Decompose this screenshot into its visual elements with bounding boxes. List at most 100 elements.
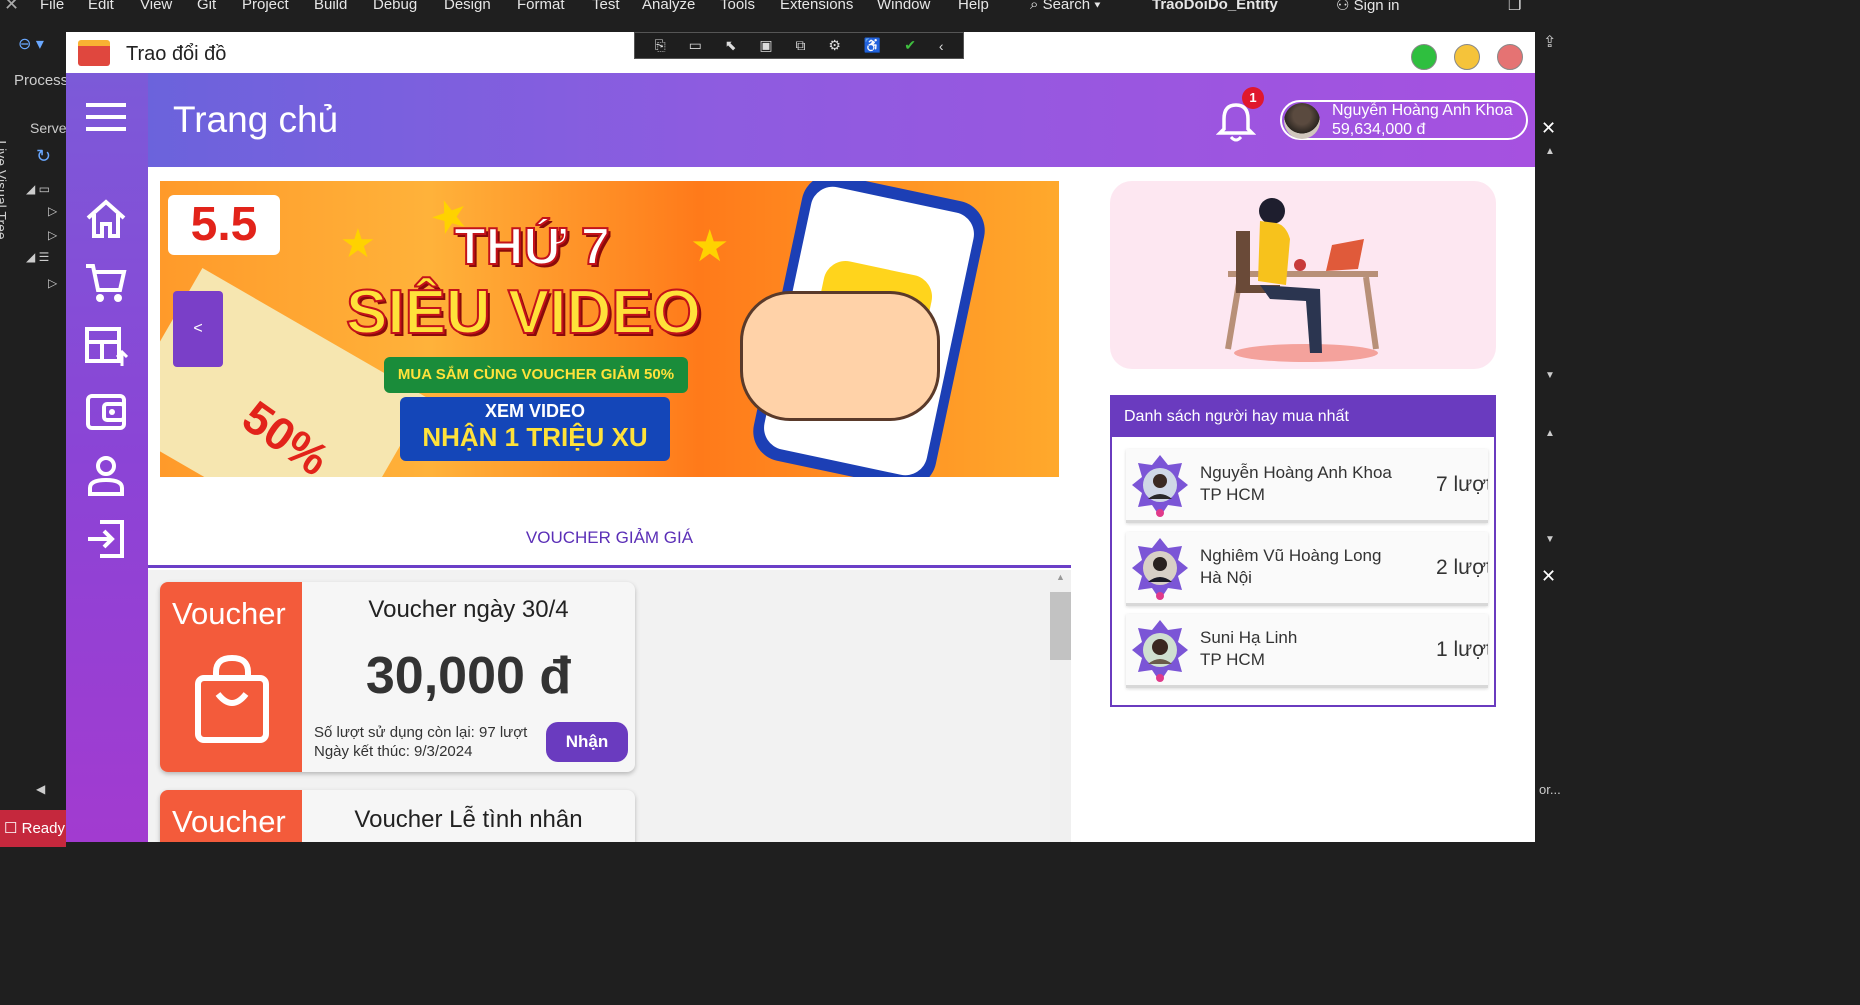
ide-menu-bar: ✕ File Edit View Git Project Build Debug… xyxy=(0,0,1568,32)
select-element-icon[interactable]: ⎘ xyxy=(654,37,665,54)
debug-toolbar: ⎘ ▭ ⬉ ▣ ⧉ ⚙ ♿ ✔ ‹ xyxy=(634,32,964,59)
star-icon: ★ xyxy=(690,222,730,271)
track-focus-icon[interactable]: ⧉ xyxy=(795,37,805,54)
hot-reload-icon[interactable]: ⚙ xyxy=(828,37,841,54)
shopping-bag-icon xyxy=(195,654,269,743)
voucher-card: Voucher Voucher ngày 30/4 30,000 đ Số lư… xyxy=(160,582,635,772)
back-nav-icon[interactable]: ⊖ ▾ xyxy=(18,34,44,54)
window-title: Trao đổi đồ xyxy=(126,43,227,65)
buyer-city: Hà Nội xyxy=(1200,568,1252,587)
menu-format[interactable]: Format xyxy=(517,0,565,13)
ide-search[interactable]: ⌕ Search ▾ xyxy=(1030,0,1101,13)
refresh-icon[interactable]: ↻ xyxy=(36,146,51,167)
home-icon[interactable] xyxy=(80,193,132,245)
menu-design[interactable]: Design xyxy=(444,0,491,13)
voucher-tag-panel: Voucher xyxy=(160,582,302,772)
record-icon[interactable]: ▭ xyxy=(689,37,702,54)
tree-expand-icon[interactable]: ▷ xyxy=(48,204,57,218)
scroll-down-icon[interactable]: ▼ xyxy=(1545,370,1555,381)
notification-badge: 1 xyxy=(1242,87,1264,109)
server-label: Serve xyxy=(30,120,67,136)
voucher-name: Voucher ngày 30/4 xyxy=(368,596,569,623)
tree-expand-icon[interactable]: ▷ xyxy=(48,228,57,242)
close-icon[interactable]: ✕ xyxy=(1541,118,1556,139)
restore-icon[interactable]: ❐ xyxy=(1508,0,1521,14)
menu-analyze[interactable]: Analyze xyxy=(642,0,695,13)
user-profile-chip[interactable]: Nguyễn Hoàng Anh Khoa 59,634,000 đ xyxy=(1280,100,1528,140)
ide-right-text: or... xyxy=(1539,782,1561,797)
buyer-row[interactable]: Nghiêm Vũ Hoàng Long Hà Nội 2 lượt xyxy=(1126,532,1488,606)
adorner-icon[interactable]: ▣ xyxy=(759,37,772,54)
menu-debug[interactable]: Debug xyxy=(373,0,417,13)
product-upload-icon[interactable] xyxy=(80,321,132,373)
notification-button[interactable]: 1 xyxy=(1215,87,1264,143)
claim-voucher-button[interactable]: Nhận xyxy=(546,722,628,762)
buyer-count: 2 lượt xyxy=(1436,556,1488,579)
user-icon[interactable] xyxy=(80,449,132,501)
banner-prev-button[interactable]: < xyxy=(173,291,223,367)
buyer-name: Nguyễn Hoàng Anh Khoa xyxy=(1200,463,1392,482)
menu-view[interactable]: View xyxy=(140,0,172,13)
scroll-up-icon[interactable]: ▲ xyxy=(1056,572,1065,582)
status-icon: ☐ xyxy=(4,820,22,837)
status-bar: ☐ Ready xyxy=(0,810,66,847)
vs-logo-icon: ✕ xyxy=(4,0,20,14)
collapse-icon[interactable]: ‹ xyxy=(939,38,944,54)
share-icon[interactable]: ⇪ xyxy=(1543,32,1556,52)
menu-extensions[interactable]: Extensions xyxy=(780,0,853,13)
menu-icon[interactable] xyxy=(80,91,132,143)
minimize-button[interactable] xyxy=(1454,44,1480,70)
pointer-select-icon[interactable]: ⬉ xyxy=(725,37,737,54)
scrollbar-thumb[interactable] xyxy=(1050,592,1071,660)
buyer-count: 7 lượt xyxy=(1436,473,1488,496)
menu-project[interactable]: Project xyxy=(242,0,289,13)
buyer-name: Nghiêm Vũ Hoàng Long xyxy=(1200,546,1382,565)
buyer-row[interactable]: Suni Hạ Linh TP HCM 1 lượt xyxy=(1126,614,1488,688)
voucher-list: Voucher Voucher ngày 30/4 30,000 đ Số lư… xyxy=(148,570,1071,842)
process-label: Process xyxy=(14,72,69,89)
promo-banner: 50% 5.5 ★ ★ ★ THỨ 7 SIÊU VIDEO MUA SẮM C… xyxy=(160,181,1059,477)
close-icon[interactable]: ✕ xyxy=(1541,566,1556,587)
maximize-button[interactable] xyxy=(1411,44,1437,70)
buyer-count: 1 lượt xyxy=(1436,638,1488,661)
banner-subbox: XEM VIDEO NHẬN 1 TRIỆU XU xyxy=(400,397,670,461)
menu-test[interactable]: Test xyxy=(592,0,620,13)
tree-expand-icon[interactable]: ◢ ☰ xyxy=(26,250,49,264)
scroll-down-icon[interactable]: ▼ xyxy=(1545,534,1555,545)
scroll-up-icon[interactable]: ▲ xyxy=(1545,146,1555,157)
accessibility-icon[interactable]: ♿ xyxy=(864,37,881,54)
buyer-name: Suni Hạ Linh xyxy=(1200,628,1298,647)
logout-icon[interactable] xyxy=(80,513,132,565)
tree-expand-icon[interactable]: ▷ xyxy=(48,276,57,290)
work-illustration xyxy=(1110,181,1496,369)
ide-right-panel: ⇪ ✕ ▲ ▼ ▲ ▼ ✕ or... xyxy=(1535,32,1568,847)
page-header: Trang chủ 1 Nguyễn Hoàng Anh Khoa 59,634… xyxy=(148,73,1535,167)
top-buyers-panel: Danh sách người hay mua nhất Nguyễn Hoàn… xyxy=(1110,395,1496,707)
menu-help[interactable]: Help xyxy=(958,0,989,13)
close-button[interactable] xyxy=(1497,44,1523,70)
wallet-icon[interactable] xyxy=(80,385,132,437)
voucher-remaining: Số lượt sử dụng còn lại: 97 lượt xyxy=(314,724,528,741)
live-visual-tree-tab[interactable]: Live Visual Tree xyxy=(0,140,10,239)
menu-file[interactable]: File xyxy=(40,0,64,13)
voucher-tag: Voucher xyxy=(172,804,286,839)
menu-git[interactable]: Git xyxy=(197,0,216,13)
menu-tools[interactable]: Tools xyxy=(720,0,755,13)
menu-window[interactable]: Window xyxy=(877,0,930,13)
buyer-row[interactable]: Nguyễn Hoàng Anh Khoa TP HCM 7 lượt xyxy=(1126,449,1488,523)
scroll-up-icon[interactable]: ▲ xyxy=(1545,428,1555,439)
scroll-left-icon[interactable]: ◀ xyxy=(36,782,45,796)
cart-icon[interactable] xyxy=(80,257,132,309)
woman-laptop-illustration xyxy=(1225,198,1379,362)
banner-headline-2: SIÊU VIDEO xyxy=(345,277,702,348)
voucher-scrollbar[interactable]: ▲ xyxy=(1050,570,1071,842)
store-icon xyxy=(78,40,110,66)
tree-expand-icon[interactable]: ◢ ▭ xyxy=(26,182,50,196)
check-icon[interactable]: ✔ xyxy=(904,37,916,54)
voucher-tag: Voucher xyxy=(172,596,286,631)
banner-headline-1: THỨ 7 xyxy=(453,217,611,277)
sign-in-button[interactable]: ⚇ Sign in xyxy=(1336,0,1400,14)
top-buyers-title: Danh sách người hay mua nhất xyxy=(1112,397,1494,437)
menu-build[interactable]: Build xyxy=(314,0,347,13)
menu-edit[interactable]: Edit xyxy=(88,0,114,13)
